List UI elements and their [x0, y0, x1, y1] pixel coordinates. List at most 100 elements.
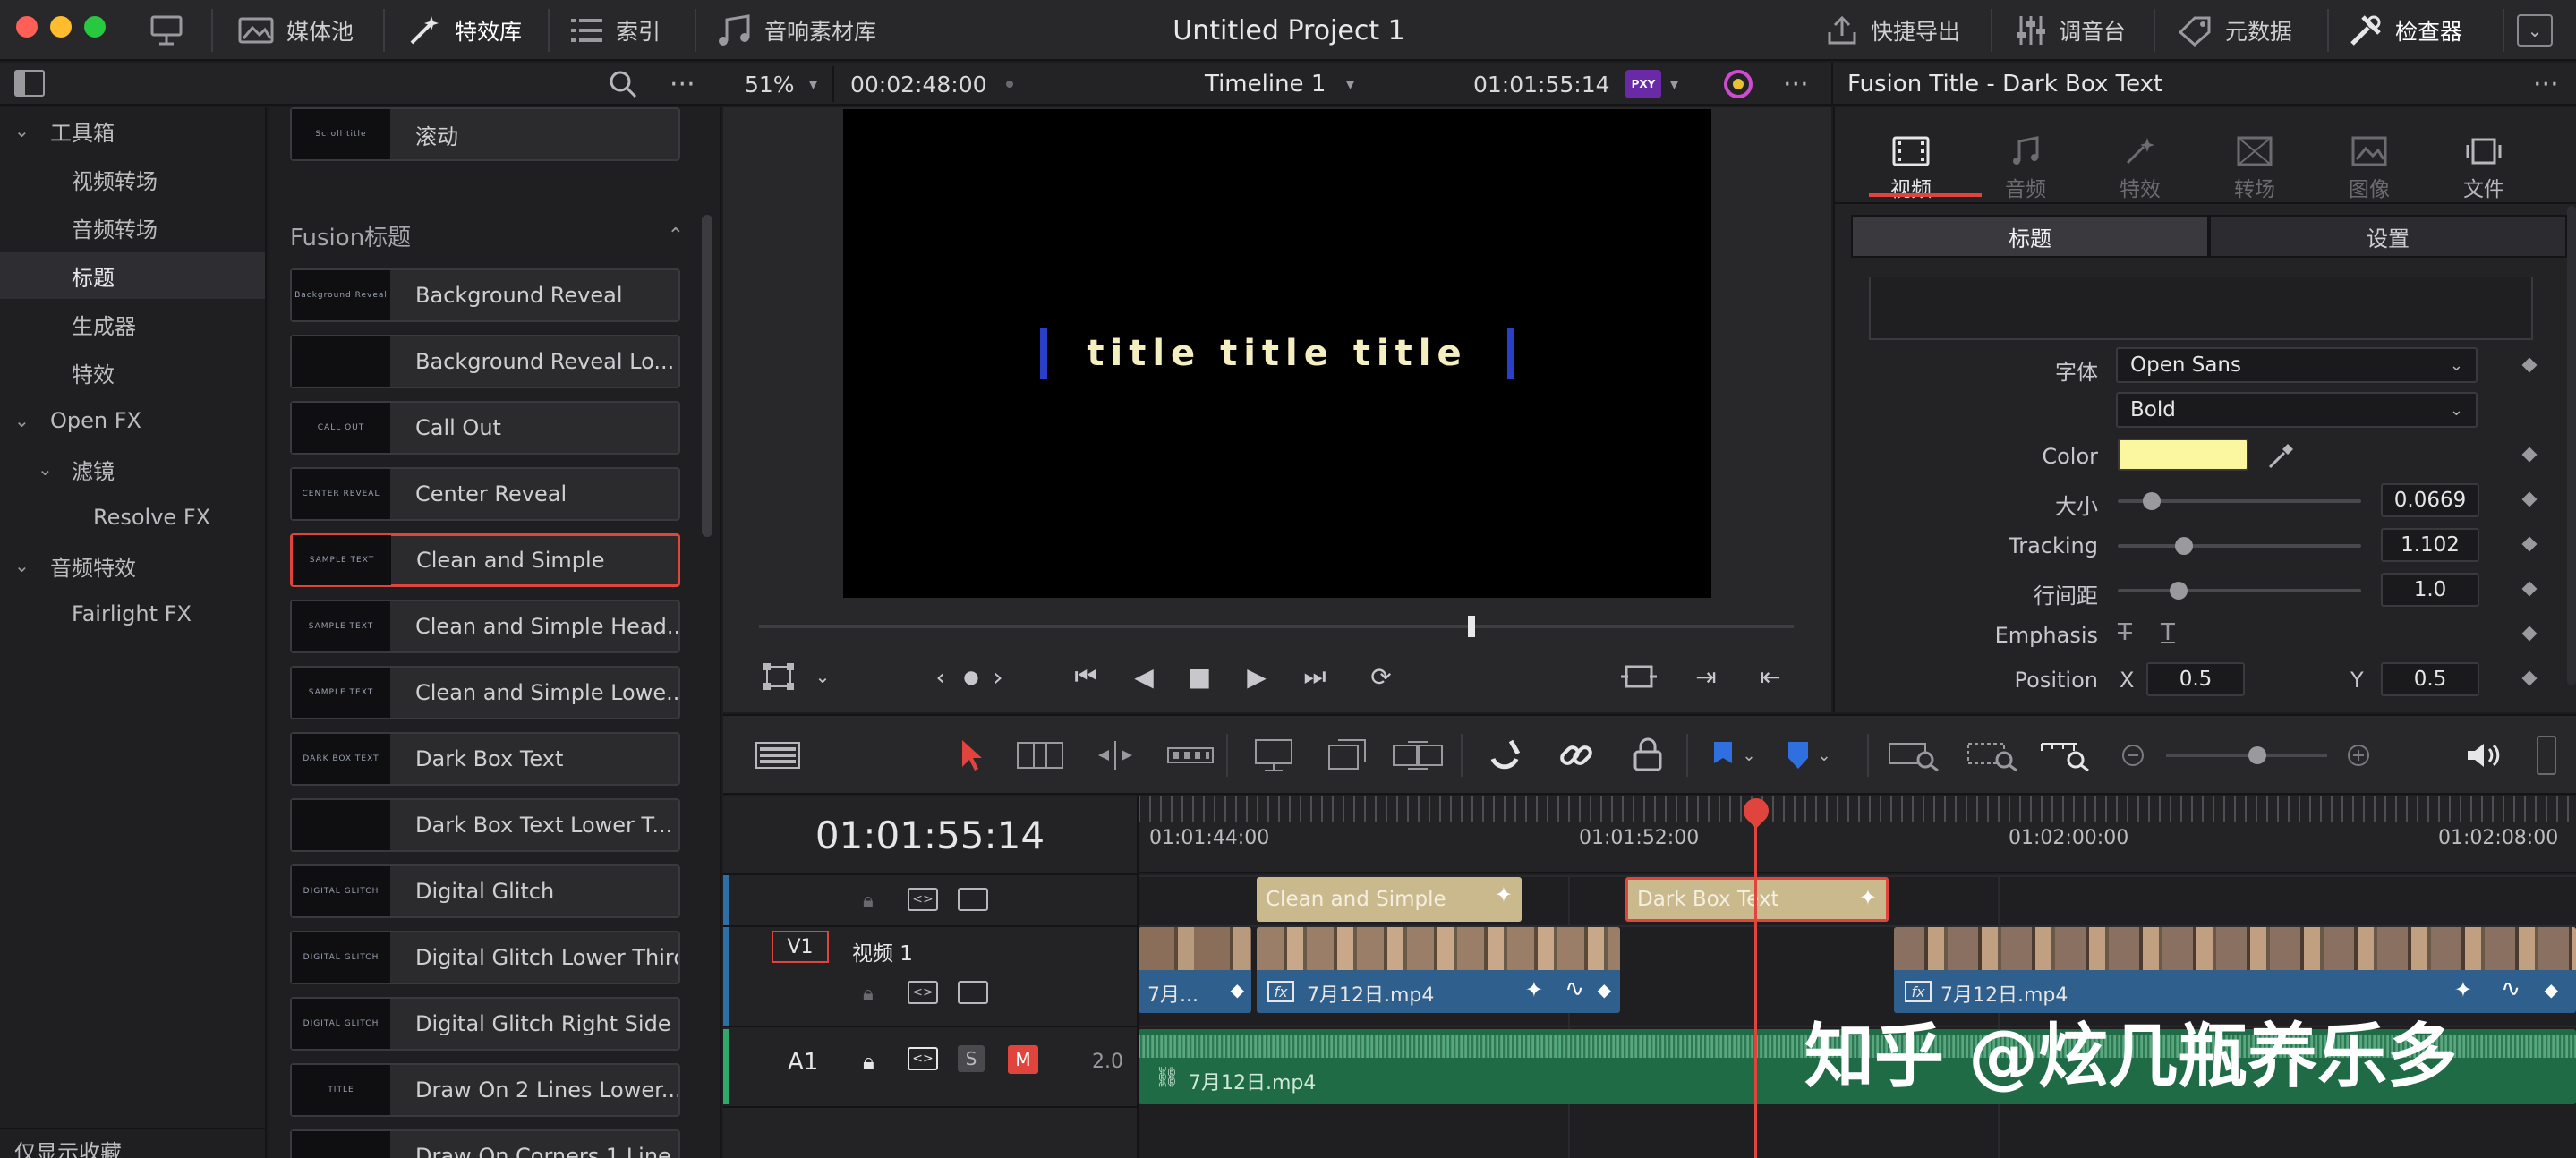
font-dropdown[interactable]: Open Sans ⌄: [2116, 347, 2478, 383]
text-input-area[interactable]: [1869, 277, 2533, 340]
viewer-more-icon[interactable]: ···: [1783, 63, 1809, 106]
play-icon[interactable]: ▶: [1239, 659, 1275, 694]
fx-item[interactable]: Background Reveal Lo...: [290, 335, 680, 388]
keyframe-icon[interactable]: [2521, 536, 2538, 552]
line-spacing-slider-knob[interactable]: [2170, 582, 2188, 600]
fusion-titles-header[interactable]: Fusion标题 ⌃: [290, 213, 684, 258]
link-icon[interactable]: [1556, 736, 1597, 775]
segment-title[interactable]: 标题: [1851, 215, 2209, 258]
tree-item-open-fx[interactable]: ⌄ Open FX: [0, 397, 265, 444]
size-slider-knob[interactable]: [2143, 492, 2161, 510]
go-to-end-icon[interactable]: ⏭: [1294, 659, 1335, 694]
underline-icon[interactable]: T: [2161, 619, 2175, 646]
flag-chevron-icon[interactable]: ⌄: [1740, 736, 1758, 775]
tree-item-effects[interactable]: 特效: [0, 349, 265, 396]
zoom-full-icon[interactable]: [1887, 736, 1941, 775]
line-spacing-slider-track[interactable]: [2118, 589, 2361, 592]
zoom-in-icon[interactable]: [2345, 736, 2372, 775]
scrub-bar[interactable]: [759, 625, 1794, 628]
fx-item[interactable]: DIGITAL GLITCH Digital Glitch Lower Third: [290, 931, 680, 984]
loop-icon[interactable]: ⟳: [1359, 659, 1403, 694]
tab-video[interactable]: 视频: [1855, 120, 1967, 202]
auto-select-icon[interactable]: <>: [908, 981, 938, 1004]
auto-select-icon[interactable]: <>: [908, 1047, 938, 1070]
track-a1-label[interactable]: A1: [788, 1049, 818, 1076]
effects-library-button[interactable]: 特效库: [406, 0, 522, 61]
fx-item[interactable]: CALL OUT Call Out: [290, 401, 680, 455]
trim-tool-icon[interactable]: [1015, 736, 1065, 775]
transform-chevron-icon[interactable]: ⌄: [809, 659, 836, 694]
tab-image[interactable]: 图像: [2313, 120, 2426, 202]
color-wheel-icon[interactable]: [1722, 68, 1754, 100]
next-edit-icon[interactable]: ⇥: [1688, 659, 1724, 694]
track-v1-label[interactable]: V1: [772, 931, 829, 963]
marker-icon[interactable]: [1785, 736, 1812, 775]
lock-icon[interactable]: 🔒︎: [863, 983, 874, 1005]
selection-tool-icon[interactable]: [954, 736, 990, 775]
favorites-filter[interactable]: 仅显示收藏: [0, 1135, 265, 1158]
search-icon[interactable]: [609, 70, 637, 98]
tree-item-toolbox[interactable]: ⌄ 工具箱: [0, 107, 265, 154]
inspector-scrollbar[interactable]: [2567, 206, 2576, 685]
tracking-slider-knob[interactable]: [2175, 537, 2193, 555]
tab-effects[interactable]: 特效: [2084, 120, 2196, 202]
jog-dot-icon[interactable]: ●: [958, 659, 985, 694]
keyframe-icon[interactable]: [2521, 626, 2538, 642]
fx-item[interactable]: Dark Box Text Lower T...: [290, 798, 680, 852]
audio-meter-toggle[interactable]: [2537, 736, 2556, 775]
chevron-down-icon[interactable]: ⌄: [2517, 14, 2553, 47]
lock-icon[interactable]: 🔒︎: [863, 890, 874, 912]
keyframe-icon[interactable]: [2521, 491, 2538, 507]
tree-item-fairlight-fx[interactable]: Fairlight FX: [0, 591, 265, 637]
position-lock-icon[interactable]: [1627, 736, 1668, 775]
zoom-out-icon[interactable]: [2120, 736, 2146, 775]
eyedropper-icon[interactable]: [2266, 440, 2297, 471]
fx-item[interactable]: SAMPLE TEXT Clean and Simple Lowe...: [290, 666, 680, 719]
fx-item[interactable]: Draw On Corners 1 Line: [290, 1129, 680, 1158]
quick-export-button[interactable]: 快捷导出: [1826, 0, 1960, 61]
color-swatch[interactable]: [2118, 439, 2248, 471]
tracking-slider-track[interactable]: [2118, 544, 2361, 548]
playhead[interactable]: [1754, 805, 1757, 1158]
insert-clip-icon[interactable]: [1250, 736, 1303, 775]
marker-chevron-icon[interactable]: ⌄: [1815, 736, 1833, 775]
tree-item-audio-effects[interactable]: ⌄ 音频特效: [0, 542, 265, 589]
tree-item-titles[interactable]: 标题: [0, 252, 265, 299]
zoom-custom-icon[interactable]: [2039, 736, 2093, 775]
replace-clip-icon[interactable]: [1391, 736, 1445, 775]
sidebar-toggle-icon[interactable]: [14, 70, 45, 97]
mute-button[interactable]: M: [1008, 1045, 1038, 1074]
zoom-level[interactable]: 51%: [745, 63, 795, 106]
volume-icon[interactable]: [2463, 736, 2504, 775]
flag-icon[interactable]: [1710, 736, 1736, 775]
timeline-timecode[interactable]: 01:01:55:14: [723, 796, 1137, 873]
next-frame-icon[interactable]: ›: [985, 659, 1011, 694]
overwrite-clip-icon[interactable]: [1325, 736, 1369, 775]
scrub-handle[interactable]: [1468, 616, 1475, 637]
fx-item[interactable]: DIGITAL GLITCH Digital Glitch: [290, 864, 680, 918]
blade-tool-icon[interactable]: [1165, 736, 1215, 775]
strikethrough-icon[interactable]: T: [2118, 619, 2132, 646]
media-pool-button[interactable]: 媒体池: [238, 0, 354, 61]
tree-item-filters[interactable]: ⌄ 滤镜: [0, 446, 265, 492]
position-y-input[interactable]: 0.5: [2381, 662, 2479, 696]
sound-library-button[interactable]: 音响素材库: [716, 0, 876, 61]
fx-item[interactable]: SAMPLE TEXT Clean and Simple: [290, 533, 680, 587]
keyframe-icon[interactable]: [2521, 447, 2538, 463]
inspector-more-icon[interactable]: ···: [2533, 63, 2559, 106]
solo-button[interactable]: S: [958, 1045, 985, 1072]
tracking-input[interactable]: 1.102: [2381, 528, 2479, 562]
timeline-ruler[interactable]: 01:01:44:00 01:01:52:00 01:02:00:00 01:0…: [1139, 796, 2576, 873]
zoom-chevron-icon[interactable]: ▾: [809, 63, 817, 106]
metadata-button[interactable]: 元数据: [2177, 0, 2292, 61]
proxy-chevron-icon[interactable]: ▾: [1670, 63, 1678, 106]
zoom-window-button[interactable]: [84, 16, 106, 38]
transform-icon[interactable]: [761, 659, 797, 694]
zoom-slider-track[interactable]: [2166, 754, 2327, 757]
fx-item[interactable]: DIGITAL GLITCH Digital Glitch Right Side: [290, 997, 680, 1051]
stop-icon[interactable]: ■: [1181, 659, 1217, 694]
tree-item-video-transitions[interactable]: 视频转场: [0, 156, 265, 202]
size-input[interactable]: 0.0669: [2381, 483, 2479, 517]
title-clip-clean-and-simple[interactable]: Clean and Simple ✦: [1257, 877, 1522, 922]
match-frame-icon[interactable]: [1618, 659, 1659, 694]
